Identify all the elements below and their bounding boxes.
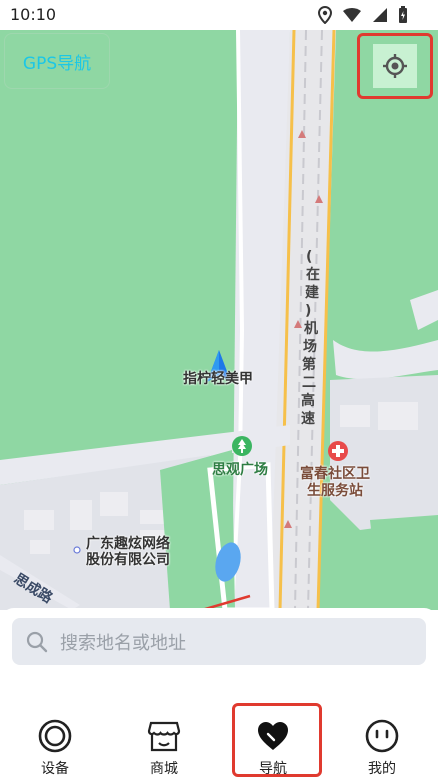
- locate-me-button[interactable]: [357, 33, 433, 99]
- poi-label-company-line2: 股份有限公司: [86, 552, 170, 568]
- app-title-badge: GPS导航: [4, 33, 110, 89]
- map-canvas: [0, 30, 438, 610]
- wifi-icon: [343, 8, 361, 22]
- map-view[interactable]: 指柠轻美甲 思观广场 富春社区卫 生服务站 广东趣炫网络 股份有限公司 ( 在 …: [0, 30, 438, 610]
- target-ring-icon: [38, 719, 72, 753]
- tab-label-shop: 商城: [150, 761, 178, 777]
- poi-label-clinic-line1: 富春社区卫: [300, 466, 370, 482]
- shop-icon: [147, 721, 181, 752]
- profile-face-icon: [365, 719, 399, 753]
- locate-button-face[interactable]: [373, 44, 417, 88]
- app-title: GPS导航: [22, 53, 92, 74]
- search-panel: 搜索地名或地址: [0, 608, 438, 700]
- crosshair-locate-icon: [383, 54, 407, 78]
- tab-shop[interactable]: 商城: [124, 700, 204, 779]
- road-label-expressway: ( 在 建 ) 机 场 第 二 高 速: [301, 249, 320, 427]
- tab-device[interactable]: 设备: [15, 700, 95, 779]
- location-pin-icon: [318, 6, 332, 24]
- status-time: 10:10: [10, 5, 57, 24]
- tab-label-profile: 我的: [368, 761, 396, 777]
- poi-label-user-location: 指柠轻美甲: [183, 371, 253, 387]
- park-marker-icon: [232, 436, 252, 456]
- navigation-tab-highlight: [232, 703, 322, 777]
- status-icons: [318, 6, 408, 24]
- status-bar: 10:10: [0, 0, 438, 30]
- cellular-signal-icon: [373, 8, 387, 22]
- tab-profile[interactable]: 我的: [342, 700, 422, 779]
- search-icon: [26, 631, 48, 652]
- clinic-marker-icon: [328, 441, 348, 461]
- search-input[interactable]: 搜索地名或地址: [12, 618, 426, 665]
- search-placeholder: 搜索地名或地址: [60, 632, 186, 654]
- company-dot-icon: [73, 546, 81, 554]
- poi-label-company-line1: 广东趣炫网络: [86, 536, 170, 552]
- poi-label-clinic-line2: 生服务站: [307, 483, 363, 499]
- bottom-tab-bar: 设备 商城 导航 我的: [0, 700, 438, 779]
- tab-label-device: 设备: [41, 761, 69, 777]
- battery-icon: [399, 6, 407, 23]
- poi-label-square: 思观广场: [212, 462, 268, 478]
